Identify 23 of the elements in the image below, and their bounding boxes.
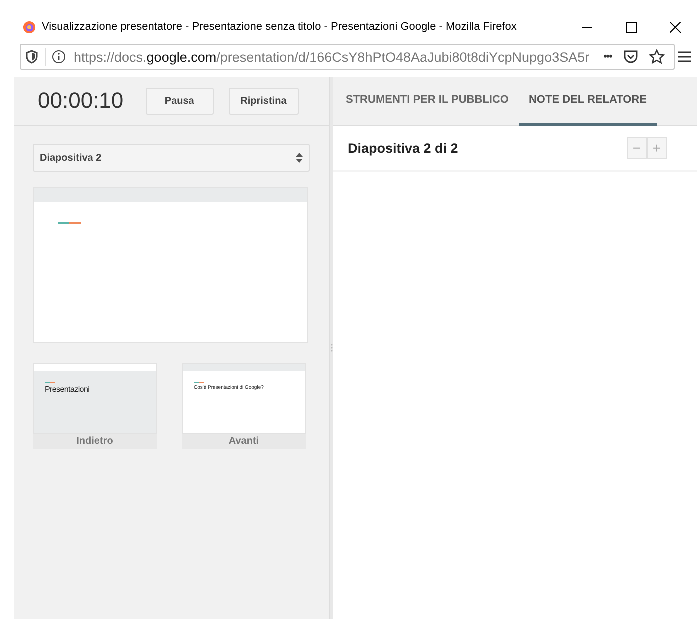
tab[interactable]: NOTE DEL RELATORE [518,77,657,126]
accent-line [194,382,204,383]
tab[interactable]: STRUMENTI PER IL PUBBLICO [336,77,519,126]
pause-button[interactable]: Pausa [146,88,214,114]
maximize-icon [626,22,636,32]
window-title: Visualizzazione presentatore - Presentazione senza titolo - Presentazioni Google - Mozilla Firefox [42,21,518,33]
thumbnail-label[interactable]: Avanti [182,434,306,449]
notes-heading: Diapositiva 2 di 2 [348,140,458,156]
reset-button[interactable]: Ripristina [228,88,299,114]
dropdown-arrows-icon [296,153,303,163]
url-text[interactable]: https://docs.google.com/presentation/d/166CsY8hPtO48AaJubi80t8diYcpNupgo3SA5r [74,50,604,64]
browser-logo-icon [23,20,36,34]
menu-icon[interactable] [678,51,691,63]
timer: 00:00:10 [38,88,124,114]
resize-handle-icon[interactable] [330,344,332,352]
more-actions-button[interactable]: ••• [603,51,612,63]
address-bar[interactable]: https://docs.google.com/presentation/d/166CsY8hPtO48AaJubi80t8diYcpNupgo3SA5r ••• [20,44,675,70]
slide-dropdown[interactable]: Diapositiva 2 [33,144,310,172]
thumbnail-label[interactable]: Indietro [33,434,157,449]
close-icon [670,22,680,32]
accent-line [45,382,55,383]
accent-line [58,222,81,224]
slide-title: Presentazioni [45,385,91,394]
